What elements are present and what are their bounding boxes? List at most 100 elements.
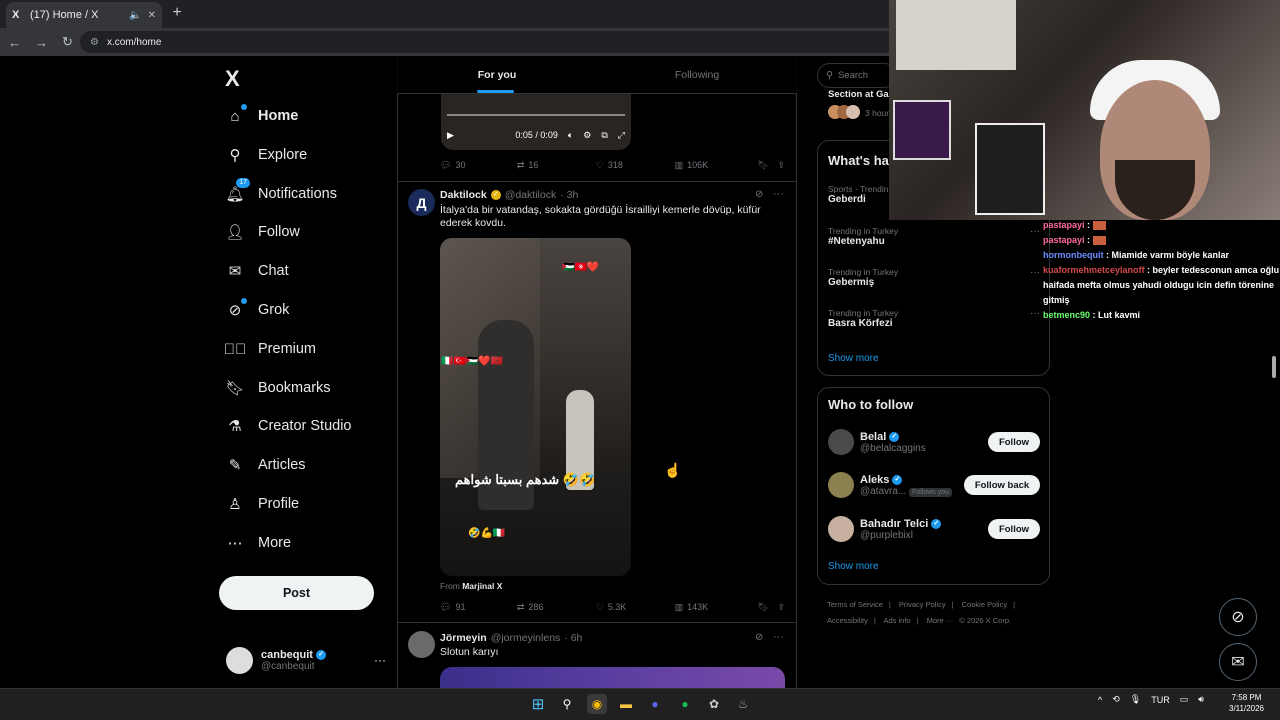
sidebar-item-more[interactable]: ⋯ More <box>226 525 396 561</box>
follow-suggestion[interactable]: Aleks ✓ @atavra... Follows you Follow ba… <box>828 470 1040 500</box>
share-icon[interactable]: ⇪ <box>777 602 785 613</box>
views-button[interactable]: ▥ 106K <box>675 160 758 171</box>
avatar[interactable] <box>408 631 435 658</box>
grok-fab-icon[interactable]: ⊘ <box>1219 598 1257 636</box>
chrome-icon[interactable]: ◉ <box>587 694 607 714</box>
sidebar-item-home[interactable]: ⌂ Home <box>226 98 396 134</box>
reply-button[interactable]: 💬︎ 91 <box>440 602 517 613</box>
footer-link[interactable]: Ads info <box>883 616 910 625</box>
sidebar-item-profile[interactable]: ♙ Profile <box>226 486 396 522</box>
new-tab-button[interactable]: + <box>168 4 186 22</box>
messages-fab-icon[interactable]: ✉ <box>1219 643 1257 681</box>
tweet-time[interactable]: · 3h <box>560 189 578 201</box>
sidebar-item-follow[interactable]: 👤︎ Follow <box>225 214 396 250</box>
volume-icon[interactable]: 🔈︎ <box>568 130 573 141</box>
video-source-link[interactable]: Marjinal X <box>462 581 502 591</box>
show-more-link[interactable]: Show more <box>828 561 879 572</box>
tweet-author-handle[interactable]: @daktilock <box>505 189 557 201</box>
footer-link[interactable]: More ··· <box>927 616 954 625</box>
back-icon[interactable]: ← <box>8 35 21 50</box>
footer-link[interactable]: Terms of Service <box>827 600 883 609</box>
follow-suggestion[interactable]: Belal ✓ @belalcaggins Follow <box>828 427 1040 457</box>
post-button[interactable]: Post <box>219 576 374 610</box>
trend-more-icon[interactable]: ··· <box>1030 267 1040 278</box>
tweet-more-icon[interactable]: ··· <box>773 631 784 643</box>
tray-app-icon[interactable]: ⟲ <box>1112 694 1120 705</box>
follow-button[interactable]: Follow <box>988 432 1040 452</box>
bookmark-icon[interactable]: 🔖︎ <box>757 602 777 613</box>
tab-for-you[interactable]: For you <box>397 56 597 93</box>
tweet-author-name[interactable]: Daktilock <box>440 189 487 201</box>
fullscreen-icon[interactable]: ⤢ <box>618 130 625 141</box>
sidebar-item-grok[interactable]: ⊘ Grok <box>226 292 396 328</box>
file-explorer-icon[interactable]: ▬ <box>616 694 636 714</box>
tab-following[interactable]: Following <box>597 56 797 93</box>
spotify-icon[interactable]: ● <box>675 694 695 714</box>
grok-icon[interactable]: ⊘ <box>755 632 763 643</box>
follow-back-button[interactable]: Follow back <box>964 475 1040 495</box>
trend-more-icon[interactable]: ··· <box>1030 308 1040 319</box>
sidebar-item-explore[interactable]: ⚲ Explore <box>226 137 396 173</box>
sidebar-item-articles[interactable]: ✎ Articles <box>226 447 396 483</box>
pip-icon[interactable]: ⧉ <box>601 130 607 141</box>
close-tab-icon[interactable]: ✕ <box>148 10 156 21</box>
tweet-author-name[interactable]: Jörmeyin <box>440 632 487 644</box>
browser-tab[interactable]: X (17) Home / X 🔈 ✕ <box>6 2 162 28</box>
tweet-time[interactable]: · 6h <box>564 632 582 644</box>
tweet-author-handle[interactable]: @jormeyinlens <box>491 632 561 644</box>
bookmark-icon[interactable]: 🔖︎ <box>757 160 777 171</box>
follow-button[interactable]: Follow <box>988 519 1040 539</box>
speaker-icon[interactable]: 🔊︎ <box>1198 694 1204 705</box>
follow-suggestion[interactable]: Bahadır Telci ✓ @purplebixl Follow <box>828 514 1040 544</box>
language-indicator[interactable]: TUR <box>1151 695 1170 705</box>
footer-link[interactable]: Accessibility <box>827 616 868 625</box>
grok-icon[interactable]: ⊘ <box>755 189 763 200</box>
forward-icon[interactable]: → <box>35 35 48 50</box>
trend-item[interactable]: Trending in Turkey #Netenyahu ··· <box>828 226 1040 247</box>
show-more-link[interactable]: Show more <box>828 353 879 364</box>
sidebar-item-bookmarks[interactable]: 🔖︎ Bookmarks <box>225 370 396 406</box>
video-progress-bar[interactable] <box>447 114 625 116</box>
account-more-icon[interactable]: ··· <box>374 653 386 667</box>
account-switcher[interactable]: canbequit ✓ @canbequit ··· <box>226 640 386 680</box>
reload-icon[interactable]: ↻ <box>62 34 73 50</box>
trend-item[interactable]: Trending in Turkey Basra Körfezi ··· <box>828 308 1040 329</box>
like-button[interactable]: ♡ 318 <box>596 160 675 171</box>
sidebar-item-notifications[interactable]: 🔔︎ 17 Notifications <box>225 176 396 212</box>
tray-overflow-icon[interactable]: ^ <box>1098 695 1102 705</box>
trend-item[interactable]: Trending in Turkey Gebermiş ··· <box>828 267 1040 288</box>
sidebar-item-chat[interactable]: ✉ Chat <box>226 253 396 289</box>
tweet-more-icon[interactable]: ··· <box>773 188 784 200</box>
avatar[interactable]: Д <box>408 189 435 216</box>
site-info-icon[interactable]: ⚙ <box>90 37 99 48</box>
search-input[interactable]: ⚲ Search <box>817 63 897 88</box>
settings-icon[interactable]: ⚙ <box>583 130 591 141</box>
chatgpt-icon[interactable]: ✿ <box>704 694 724 714</box>
views-button[interactable]: ▥ 143K <box>675 602 758 613</box>
network-icon[interactable]: ▭ <box>1180 694 1189 705</box>
trend-more-icon[interactable]: ··· <box>1030 226 1040 237</box>
footer-link[interactable]: Cookie Policy <box>962 600 1007 609</box>
reply-button[interactable]: 💬︎ 30 <box>440 160 517 171</box>
windows-start-icon[interactable]: ⊞ <box>528 694 548 714</box>
page-scrollbar[interactable] <box>1272 356 1276 378</box>
repost-button[interactable]: ⇄ 286 <box>517 602 596 613</box>
x-logo[interactable]: X <box>225 66 240 92</box>
sidebar-item-creator-studio[interactable]: ⚗ Creator Studio <box>226 408 396 444</box>
like-button[interactable]: ♡ 5.3K <box>596 602 675 613</box>
address-bar[interactable]: ⚙ x.com/home <box>80 31 920 53</box>
discord-icon[interactable]: ● <box>645 694 665 714</box>
taskbar-clock[interactable]: 7:58 PM 3/11/2026 <box>1229 692 1264 714</box>
share-icon[interactable]: ⇪ <box>777 160 785 171</box>
steam-icon[interactable]: ♨ <box>733 694 753 714</box>
trend-item[interactable]: Sports · Trendin Geberdi <box>828 184 888 205</box>
repost-button[interactable]: ⇄ 16 <box>517 160 596 171</box>
tweet-media[interactable] <box>440 667 785 688</box>
microphone-icon[interactable]: 🎙︎ <box>1130 694 1141 705</box>
speaker-icon[interactable]: 🔈 <box>129 10 141 21</box>
play-icon[interactable]: ▶ <box>447 130 454 141</box>
taskbar-search-icon[interactable]: ⚲ <box>557 694 577 714</box>
spaces-title[interactable]: Section at Ga <box>828 89 889 100</box>
footer-link[interactable]: Privacy Policy <box>899 600 946 609</box>
sidebar-item-premium[interactable]: ✓⃝ Premium <box>224 331 396 367</box>
